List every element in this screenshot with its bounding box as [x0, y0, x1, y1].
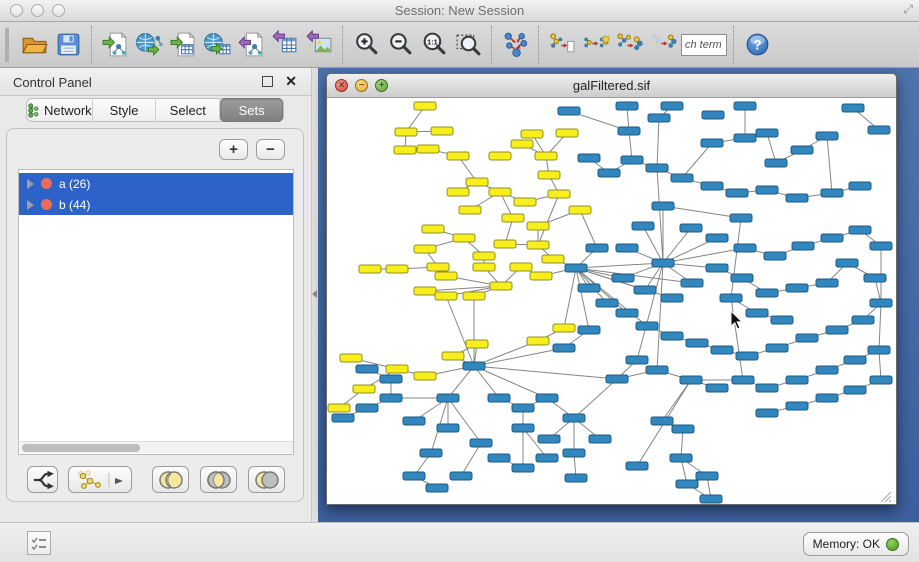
tab-sets-label: Sets	[239, 103, 265, 118]
float-panel-icon[interactable]	[262, 76, 273, 87]
merge-first-neighbors-button[interactable]	[613, 28, 647, 62]
hide-unselected-button[interactable]	[647, 28, 681, 62]
set-row-b[interactable]: b (44)	[19, 194, 293, 215]
apply-layout-button[interactable]	[498, 28, 532, 62]
toolbar-separator	[342, 26, 343, 64]
sets-list: a (26) b (44)	[18, 169, 294, 455]
tab-sets[interactable]: Sets	[220, 98, 283, 122]
network-frame-titlebar[interactable]: × − + galFiltered.sif	[327, 74, 896, 98]
memory-ok-indicator	[886, 538, 899, 551]
export-table-button[interactable]	[268, 28, 302, 62]
remove-set-button[interactable]: −	[256, 139, 285, 160]
zoom-fit-button[interactable]	[451, 28, 485, 62]
network-desktop: × − + galFiltered.sif	[318, 68, 919, 522]
help-button[interactable]: ?	[740, 28, 774, 62]
main-toolbar: 1:1 ?	[0, 22, 919, 68]
fullscreen-icon[interactable]: ⤢	[903, 2, 913, 17]
zoom-in-button[interactable]	[349, 28, 383, 62]
toolbar-grip[interactable]	[5, 28, 9, 62]
network-graph[interactable]	[327, 98, 896, 504]
split-sets-button[interactable]	[27, 466, 58, 493]
set-row-label: b (44)	[59, 198, 90, 212]
set-row-label: a (26)	[59, 177, 90, 191]
set-color-dot	[41, 178, 52, 189]
union-sets-button[interactable]	[152, 466, 189, 493]
toolbar-separator	[91, 26, 92, 64]
toolbar-separator	[491, 26, 492, 64]
window-titlebar: Session: New Session ⤢	[0, 0, 919, 22]
network-canvas[interactable]	[327, 98, 896, 504]
tab-network[interactable]: Network	[27, 98, 93, 122]
save-session-button[interactable]	[51, 28, 85, 62]
memory-status-button[interactable]: Memory: OK	[803, 532, 909, 556]
sets-panel: + − a (26) b (44)	[6, 128, 304, 502]
horizontal-scrollbar[interactable]	[20, 441, 294, 453]
zoom-out-button[interactable]	[383, 28, 417, 62]
export-network-button[interactable]	[234, 28, 268, 62]
memory-status-label: Memory: OK	[813, 537, 880, 551]
open-session-button[interactable]	[17, 28, 51, 62]
scrollbar-thumb[interactable]	[22, 444, 140, 452]
network-tab-icon	[27, 103, 40, 118]
tab-style-label: Style	[110, 103, 139, 118]
control-panel-tabs: Network Style Select Sets	[26, 98, 284, 122]
window-title: Session: New Session	[0, 3, 919, 18]
zoom-actual-button[interactable]: 1:1	[417, 28, 451, 62]
create-set-network-button[interactable]	[68, 466, 132, 493]
network-frame[interactable]: × − + galFiltered.sif	[326, 73, 897, 505]
import-network-file-button[interactable]	[98, 28, 132, 62]
toolbar-separator	[538, 26, 539, 64]
panel-divider[interactable]	[311, 68, 318, 522]
collapse-handle-icon[interactable]	[312, 290, 317, 298]
import-table-url-button[interactable]	[200, 28, 234, 62]
control-panel: Control Panel ✕ Network Style Select	[0, 68, 311, 522]
tab-select[interactable]: Select	[156, 98, 220, 122]
control-panel-title: Control Panel	[13, 75, 92, 90]
mouse-cursor	[731, 311, 742, 329]
import-table-file-button[interactable]	[166, 28, 200, 62]
set-color-dot	[41, 199, 52, 210]
new-network-from-selection-button[interactable]	[545, 28, 579, 62]
difference-sets-button[interactable]	[248, 466, 285, 493]
network-frame-title: galFiltered.sif	[327, 78, 896, 93]
set-row-a[interactable]: a (26)	[19, 173, 293, 194]
toolbar-separator	[733, 26, 734, 64]
add-set-button[interactable]: +	[219, 139, 248, 160]
import-network-url-button[interactable]	[132, 28, 166, 62]
svg-text:?: ?	[753, 38, 761, 53]
status-bar: Memory: OK	[0, 522, 919, 562]
intersect-sets-button[interactable]	[200, 466, 237, 493]
tab-select-label: Select	[170, 103, 206, 118]
svg-text:1:1: 1:1	[427, 38, 437, 47]
export-image-button[interactable]	[302, 28, 336, 62]
app-window: Session: New Session ⤢	[0, 0, 919, 562]
expander-icon[interactable]	[27, 200, 34, 210]
close-panel-icon[interactable]: ✕	[285, 73, 297, 90]
control-panel-header: Control Panel ✕	[0, 68, 311, 96]
task-history-button[interactable]	[27, 531, 51, 555]
search-input[interactable]	[681, 34, 727, 56]
clone-network-button[interactable]	[579, 28, 613, 62]
tab-style[interactable]: Style	[93, 98, 157, 122]
expander-icon[interactable]	[27, 179, 34, 189]
tab-network-label: Network	[44, 103, 92, 118]
